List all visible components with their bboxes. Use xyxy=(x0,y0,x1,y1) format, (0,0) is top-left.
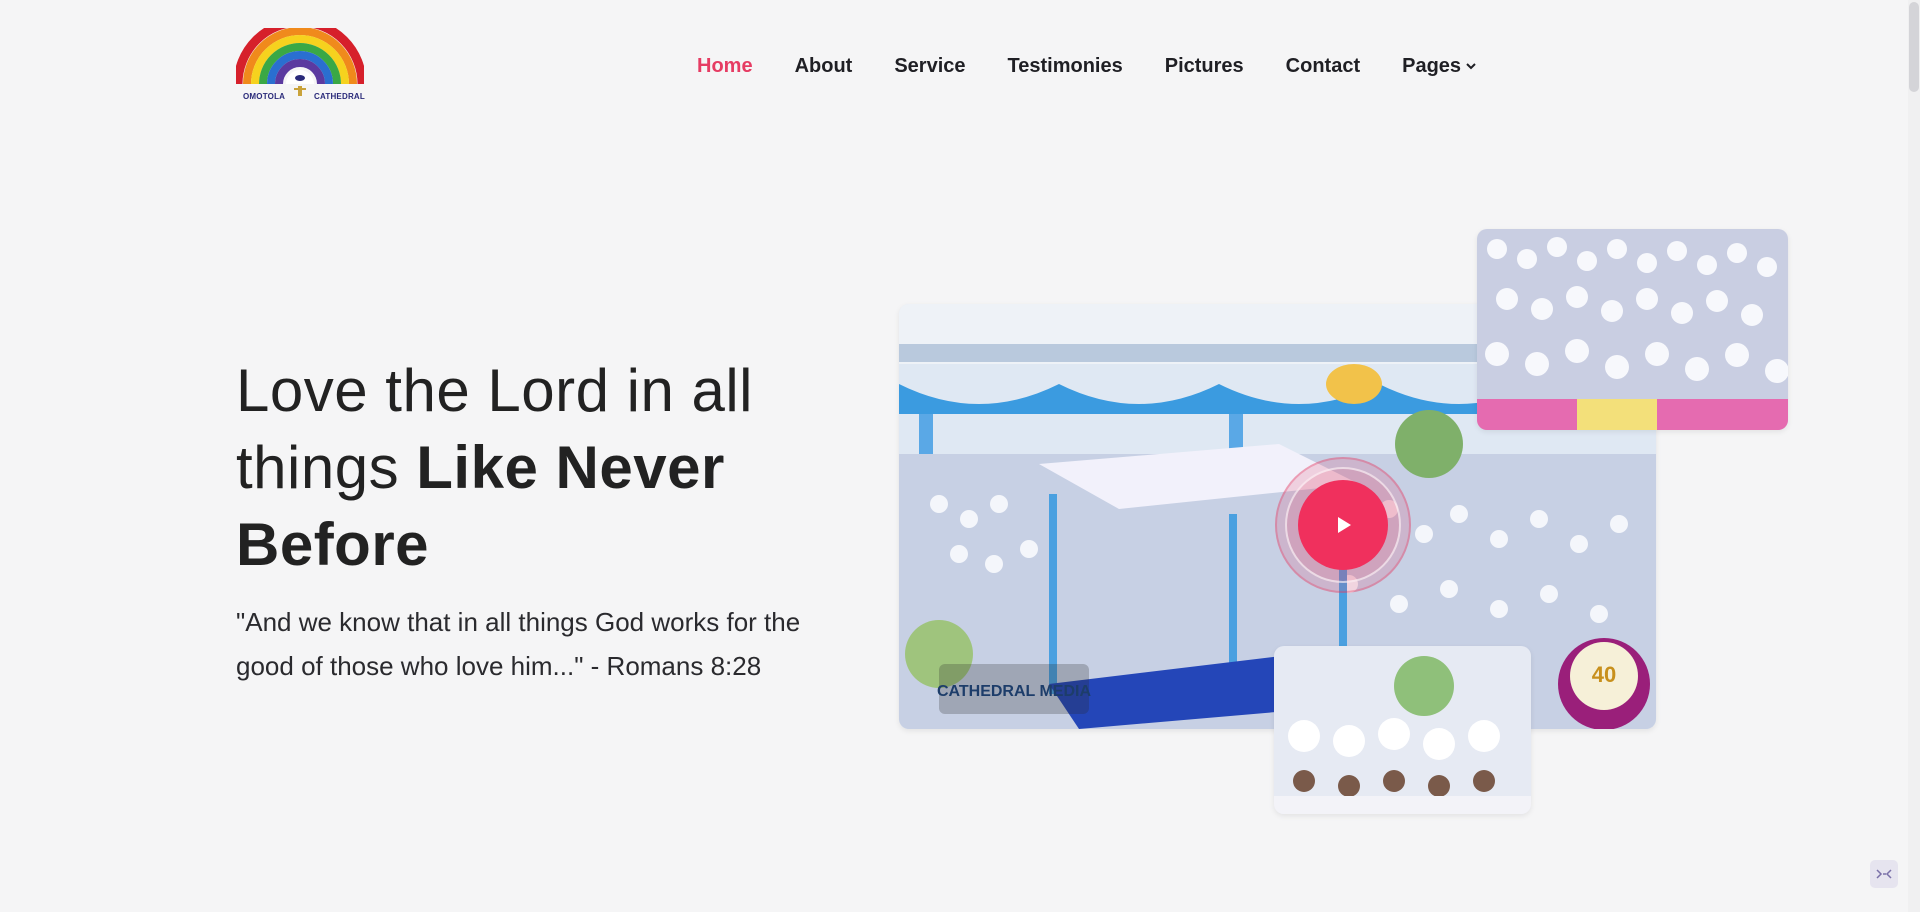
nav-item-pictures[interactable]: Pictures xyxy=(1165,54,1244,78)
logo-right-label: CATHEDRAL xyxy=(314,92,365,101)
scrollbar-thumb[interactable] xyxy=(1909,2,1919,92)
play-icon xyxy=(1338,517,1351,533)
nav-item-pages[interactable]: Pages xyxy=(1402,54,1477,78)
anniversary-badge-number: 40 xyxy=(1592,662,1616,687)
page-scrollbar[interactable] xyxy=(1908,0,1920,912)
nav-item-home[interactable]: Home xyxy=(697,54,753,78)
nav-item-service[interactable]: Service xyxy=(894,54,965,78)
video-play-control xyxy=(1275,457,1411,593)
photo-congregation-bottom[interactable] xyxy=(1274,646,1531,814)
play-button[interactable] xyxy=(1298,480,1388,570)
nav-item-contact[interactable]: Contact xyxy=(1286,54,1360,78)
site-logo[interactable]: OMOTOLA CATHEDRAL xyxy=(236,28,365,106)
nav-item-testimonies[interactable]: Testimonies xyxy=(1008,54,1123,78)
chevron-down-icon xyxy=(1465,54,1477,78)
media-watermark-text: CATHEDRAL MEDIA xyxy=(937,683,1092,700)
nav-item-pages-label: Pages xyxy=(1402,55,1462,77)
chat-widget-icon[interactable] xyxy=(1870,860,1898,888)
hero-scripture-quote: "And we know that in all things God work… xyxy=(236,607,801,681)
logo-left-label: OMOTOLA xyxy=(243,92,286,101)
hero-title: Love the Lord in all things Like Never B… xyxy=(236,352,856,583)
nav-item-about[interactable]: About xyxy=(795,54,853,78)
main-navigation: Home About Service Testimonies Pictures … xyxy=(697,54,1477,78)
photo-congregation-top[interactable] xyxy=(1477,229,1788,430)
